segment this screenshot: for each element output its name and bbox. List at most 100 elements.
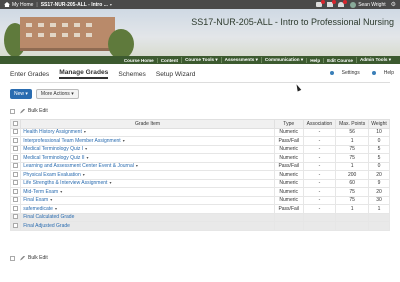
weight-cell: 30 xyxy=(368,195,390,205)
row-checkbox[interactable] xyxy=(13,188,18,194)
row-checkbox[interactable] xyxy=(13,205,18,211)
grade-item-link[interactable]: Physical Exam Evaluation xyxy=(23,172,81,178)
grade-item-link[interactable]: Medical Terminology Quiz II xyxy=(23,155,84,161)
gear-icon[interactable]: ⚙ xyxy=(391,1,396,8)
type-cell: Numeric xyxy=(273,195,304,205)
tab-manage-grades[interactable]: Manage Grades xyxy=(59,69,109,79)
max-points-cell: 60 xyxy=(335,178,370,188)
association-cell: - xyxy=(302,136,337,146)
chevron-down-icon[interactable]: ▾ xyxy=(50,197,52,202)
header-association: Association xyxy=(302,119,337,129)
table-row: Health History Assignment ▾ Numeric - 56 … xyxy=(9,127,390,137)
select-all-checkbox[interactable] xyxy=(13,120,19,126)
new-button[interactable]: New ▾ xyxy=(10,89,32,99)
grades-tabs: Enter Grades Manage Grades Schemes Setup… xyxy=(0,67,400,81)
bulk-edit-link[interactable]: Bulk Edit xyxy=(28,255,48,261)
breadcrumb-separator: | xyxy=(36,1,38,8)
row-checkbox[interactable] xyxy=(13,214,18,220)
notification-badge xyxy=(321,0,326,4)
tab-setup-wizard[interactable]: Setup Wizard xyxy=(156,71,196,78)
row-checkbox[interactable] xyxy=(13,171,18,177)
user-menu[interactable]: Sean Wright xyxy=(350,1,386,8)
row-checkbox[interactable] xyxy=(13,154,18,160)
grade-item-link[interactable]: Life Strengths & Interview Assignment xyxy=(23,180,107,186)
message-alerts-icon[interactable] xyxy=(316,0,326,7)
chevron-down-icon[interactable]: ▾ xyxy=(87,155,89,160)
chevron-down-icon[interactable]: ▾ xyxy=(55,206,57,211)
max-points-cell: 75 xyxy=(335,153,370,163)
header-max-points: Max. Points xyxy=(335,119,370,129)
row-checkbox[interactable] xyxy=(13,222,18,228)
course-selector[interactable]: SS17-NUR-205-ALL - Intro ... xyxy=(41,2,108,8)
chevron-down-icon[interactable]: ▾ xyxy=(110,2,112,7)
nav-course-tools[interactable]: Course Tools ▾ xyxy=(181,57,221,63)
weight-cell: 0 xyxy=(368,161,390,171)
grade-item-link[interactable]: Health History Assignment xyxy=(23,129,82,135)
final-grade-row: Final Adjusted Grade xyxy=(9,221,390,231)
more-actions-button[interactable]: More Actions ▾ xyxy=(35,89,79,99)
type-cell: Pass/Fail xyxy=(273,204,304,214)
weight-cell: 20 xyxy=(368,187,390,197)
weight-cell: 1 xyxy=(368,204,390,214)
user-name: Sean Wright xyxy=(358,1,386,8)
nav-assessments[interactable]: Assessments ▾ xyxy=(220,57,261,63)
row-checkbox[interactable] xyxy=(13,129,18,135)
weight-cell: 10 xyxy=(368,127,390,137)
grade-item-link[interactable]: Mid-Term Exam xyxy=(23,189,58,195)
select-all-checkbox[interactable] xyxy=(10,108,15,114)
mail-icon[interactable] xyxy=(327,0,337,7)
association-cell: - xyxy=(302,195,337,205)
row-checkbox[interactable] xyxy=(13,180,18,186)
weight-cell: 0 xyxy=(368,136,390,146)
row-checkbox[interactable] xyxy=(13,163,18,169)
association-cell: - xyxy=(302,161,337,171)
nav-course-home[interactable]: Course Home xyxy=(121,58,157,63)
divider xyxy=(10,82,390,83)
nav-admin-tools[interactable]: Admin Tools ▾ xyxy=(355,57,394,63)
final-calculated-grade-link[interactable]: Final Calculated Grade xyxy=(23,214,74,220)
tab-enter-grades[interactable]: Enter Grades xyxy=(10,71,49,78)
help-link[interactable]: Help xyxy=(366,70,394,76)
building-image xyxy=(20,17,115,51)
settings-link[interactable]: Settings xyxy=(324,70,360,76)
chevron-down-icon[interactable]: ▾ xyxy=(60,189,62,194)
chevron-down-icon[interactable]: ▾ xyxy=(123,138,125,143)
chevron-down-icon[interactable]: ▾ xyxy=(136,163,138,168)
type-cell: Numeric xyxy=(273,187,304,197)
association-cell: - xyxy=(302,170,337,180)
weight-cell: 9 xyxy=(368,178,390,188)
home-label: My Home xyxy=(12,1,34,8)
notification-badge xyxy=(332,0,337,4)
bulk-edit-link[interactable]: Bulk Edit xyxy=(28,108,48,114)
type-cell: Numeric xyxy=(273,153,304,163)
chevron-down-icon[interactable]: ▾ xyxy=(85,146,87,151)
grade-item-link[interactable]: Medical Terminology Quiz I xyxy=(23,146,83,152)
nav-communication[interactable]: Communication ▾ xyxy=(260,57,306,63)
final-adjusted-grade-link[interactable]: Final Adjusted Grade xyxy=(23,223,70,229)
chevron-down-icon[interactable]: ▾ xyxy=(84,129,86,134)
association-cell: - xyxy=(302,178,337,188)
chevron-down-icon[interactable]: ▾ xyxy=(109,180,111,185)
row-checkbox[interactable] xyxy=(13,137,18,143)
grade-item-link[interactable]: Final Exam xyxy=(23,197,48,203)
select-all-checkbox[interactable] xyxy=(10,255,15,261)
table-header-row: Grade Item Type Association Max. Points … xyxy=(9,119,390,129)
grade-item-link[interactable]: Learning and Assessment Center Event & J… xyxy=(23,163,134,169)
action-bar: New ▾ More Actions ▾ xyxy=(10,89,79,99)
nav-content[interactable]: Content xyxy=(156,57,181,63)
bulk-edit-bottom: Bulk Edit xyxy=(10,255,48,261)
nav-help[interactable]: Help xyxy=(306,57,323,63)
home-link[interactable]: My Home xyxy=(4,2,33,8)
association-cell: - xyxy=(302,153,337,163)
update-alerts-icon[interactable] xyxy=(338,0,348,7)
chevron-down-icon[interactable]: ▾ xyxy=(83,172,85,177)
row-checkbox[interactable] xyxy=(13,197,18,203)
pencil-icon xyxy=(20,255,25,261)
nav-edit-course[interactable]: Edit Course xyxy=(323,57,356,63)
grade-item-link[interactable]: safemedicate xyxy=(23,206,53,212)
row-checkbox[interactable] xyxy=(13,146,18,152)
grade-item-link[interactable]: Interprofessional Team Member Assignment xyxy=(23,138,120,144)
max-points-cell: 1 xyxy=(335,204,370,214)
settings-label: Settings xyxy=(341,70,360,76)
tab-schemes[interactable]: Schemes xyxy=(118,71,146,78)
